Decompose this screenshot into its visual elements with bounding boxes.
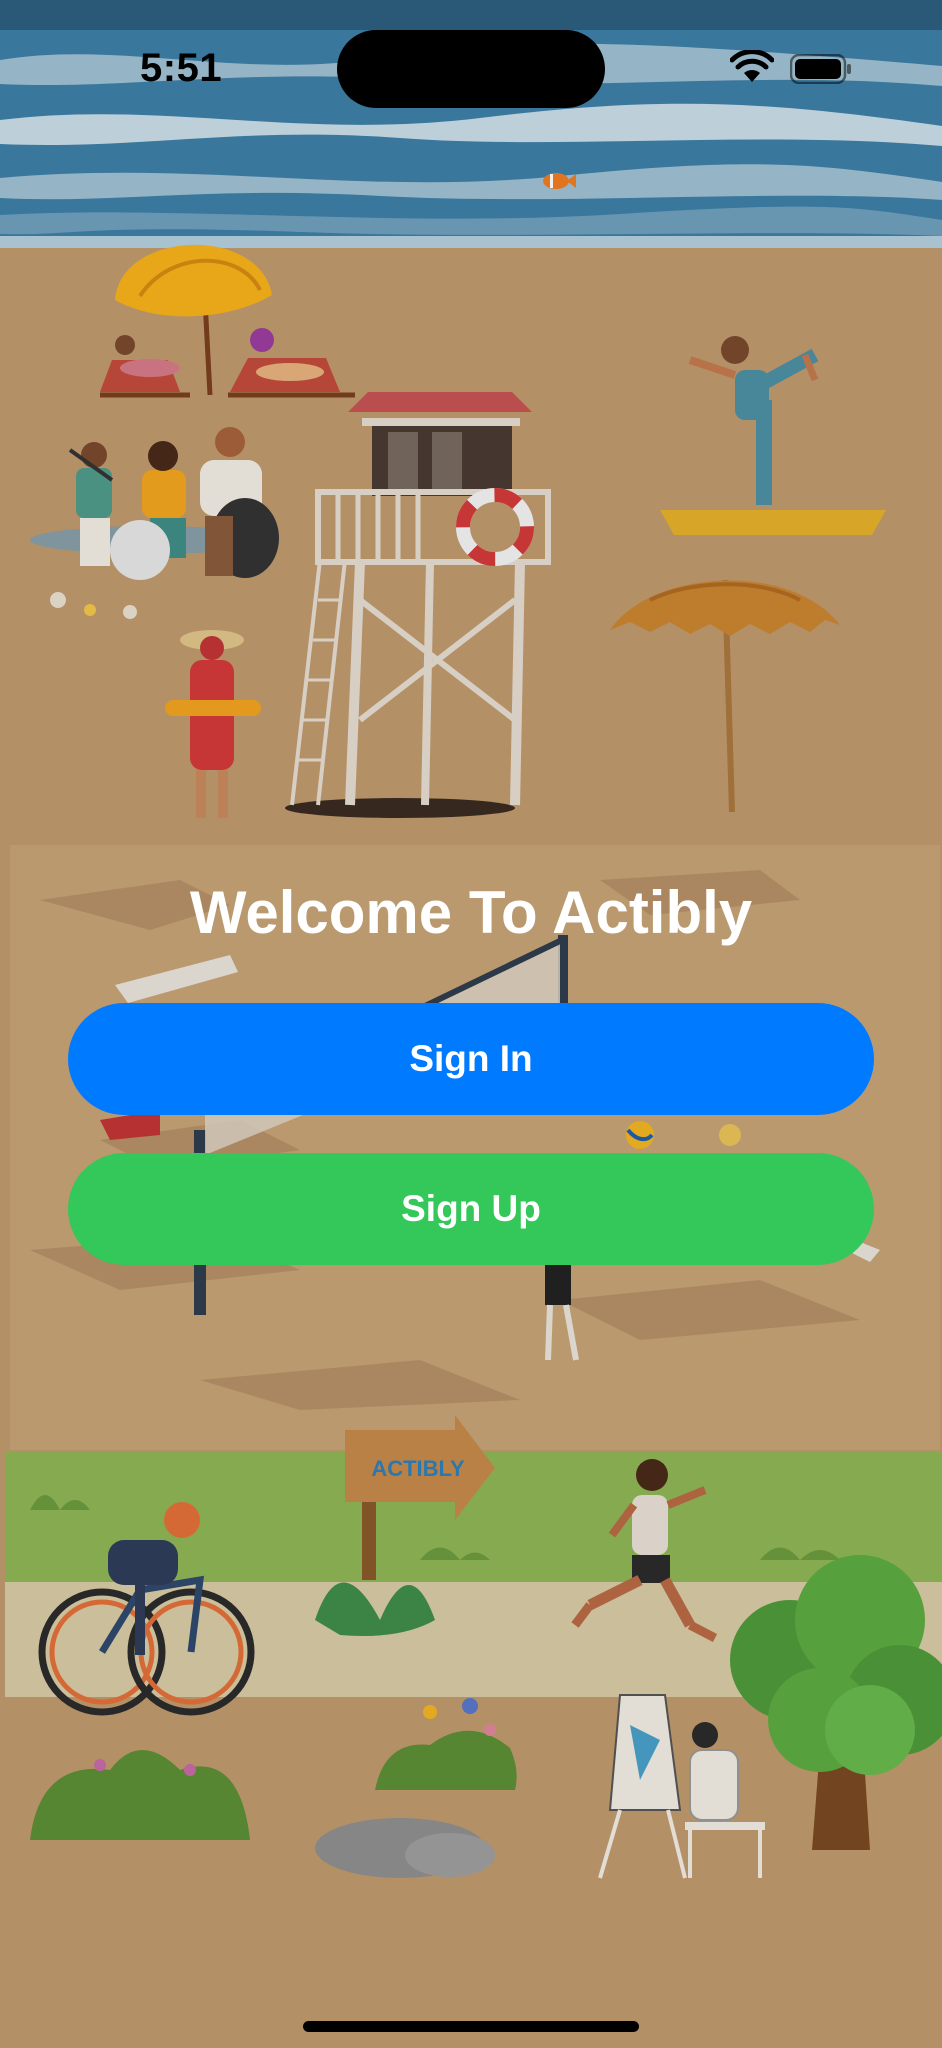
sign-in-button[interactable]: Sign In [68, 1003, 874, 1115]
status-time: 5:51 [140, 46, 223, 90]
home-indicator [303, 2021, 639, 2032]
status-bar: 5:51 [0, 0, 942, 110]
wifi-icon [730, 50, 774, 82]
welcome-title: Welcome To Actibly [189, 879, 753, 946]
battery-icon [790, 54, 851, 84]
sign-up-button[interactable]: Sign Up [68, 1153, 874, 1265]
dynamic-island [337, 30, 605, 108]
